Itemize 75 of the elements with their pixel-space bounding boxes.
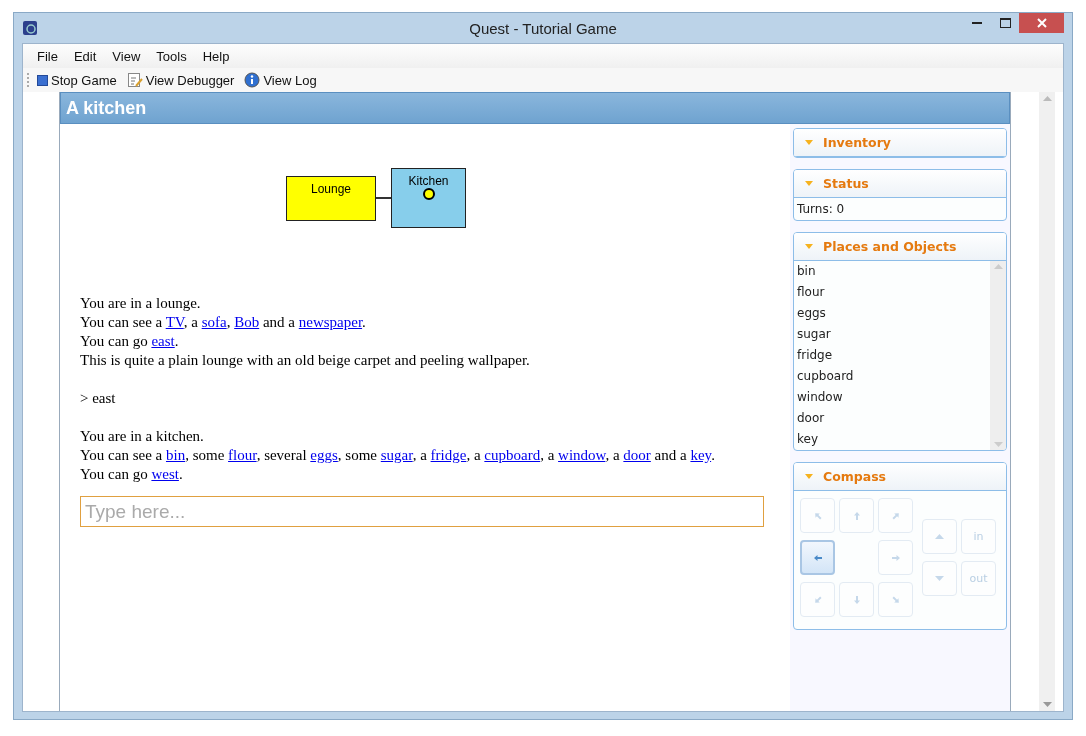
toolbar-button[interactable]: View Log [242, 72, 319, 88]
triangle-icon [805, 474, 813, 479]
arrow-icon [890, 510, 901, 521]
menu-item[interactable]: View [104, 48, 149, 64]
panel-title: Status [823, 176, 869, 191]
object-link[interactable]: door [623, 447, 651, 463]
menu-item[interactable]: Tools [148, 48, 195, 64]
story-text: You can go east. [80, 332, 180, 351]
window-title: Quest - Tutorial Game [469, 19, 617, 37]
up-triangle-icon [993, 264, 1003, 269]
direction-button[interactable] [800, 540, 835, 575]
object-item[interactable]: flour [794, 282, 990, 303]
triangle-icon [805, 140, 813, 145]
object-item[interactable]: fridge [794, 345, 990, 366]
object-link[interactable]: sofa [201, 314, 227, 330]
status-text: Turns: 0 [796, 201, 846, 218]
object-link[interactable]: east [151, 333, 175, 349]
object-link[interactable]: Bob [234, 314, 260, 330]
triangle-icon [805, 244, 813, 249]
object-link[interactable]: flour [228, 447, 257, 463]
arrow-icon [851, 510, 862, 521]
scrollbar[interactable] [990, 261, 1006, 450]
object-item[interactable]: cupboard [794, 366, 990, 387]
connector-line [376, 197, 391, 199]
arrow-icon [812, 594, 823, 605]
story-text: > east [80, 389, 117, 408]
command-input[interactable]: Type here... [80, 496, 764, 527]
room-name: Kitchen [408, 174, 449, 188]
story-text: You can see a TV, a sofa, Bob and a newspaper. [80, 313, 367, 332]
app-icon [22, 20, 38, 36]
maximize-icon [999, 18, 1011, 28]
object-link[interactable]: west [151, 466, 179, 482]
object-item[interactable]: key [794, 429, 990, 450]
story-text: You are in a lounge. [80, 294, 202, 313]
object-link[interactable]: TV [165, 314, 184, 330]
document-pencil-icon [126, 72, 143, 88]
object-link[interactable]: fridge [430, 447, 467, 463]
info-icon [244, 72, 261, 88]
panel-title: Places and Objects [823, 239, 957, 254]
panel-title: Compass [823, 469, 887, 484]
story-text: You are in a kitchen. [80, 427, 205, 446]
toolbar-button[interactable]: View Debugger [124, 72, 237, 88]
panel-title: Inventory [823, 135, 891, 150]
arrow-icon [812, 552, 823, 563]
arrow-icon [890, 594, 901, 605]
object-item[interactable]: door [794, 408, 990, 429]
story-text: You can see a bin, some flour, several eggs, some sugar, a fridge, a cupboard, a window, a door and a key. [80, 446, 716, 465]
object-link[interactable]: eggs [310, 447, 338, 463]
object-link[interactable]: sugar [380, 447, 413, 463]
object-link[interactable]: key [690, 447, 712, 463]
menu-item[interactable]: File [29, 48, 66, 64]
object-item[interactable]: sugar [794, 324, 990, 345]
object-item[interactable]: window [794, 387, 990, 408]
up-triangle-icon [1042, 96, 1052, 101]
close-button[interactable] [1019, 13, 1064, 33]
minimize-icon [972, 22, 982, 24]
menu-item[interactable]: Help [194, 48, 238, 64]
down-triangle-icon [1042, 702, 1052, 707]
page-scrollbar[interactable] [1039, 92, 1055, 711]
close-icon [1036, 18, 1047, 28]
menu-item[interactable]: Edit [65, 48, 105, 64]
object-link[interactable]: window [558, 447, 606, 463]
triangle-icon [805, 181, 813, 186]
stop-icon [37, 74, 48, 86]
toolbar-button[interactable]: Stop Game [35, 72, 119, 88]
story-text: This is quite a plain lounge with an old beige carpet and peeling wallpaper. [80, 351, 531, 370]
down-triangle-icon [935, 576, 944, 581]
location-heading: A kitchen [60, 92, 1010, 124]
up-triangle-icon [935, 534, 944, 539]
object-item[interactable]: bin [794, 261, 990, 282]
down-triangle-icon [993, 442, 1003, 447]
arrow-icon [812, 510, 823, 521]
object-item[interactable]: eggs [794, 303, 990, 324]
room-name: Lounge [310, 182, 351, 196]
story-text: You can go west. [80, 465, 184, 484]
